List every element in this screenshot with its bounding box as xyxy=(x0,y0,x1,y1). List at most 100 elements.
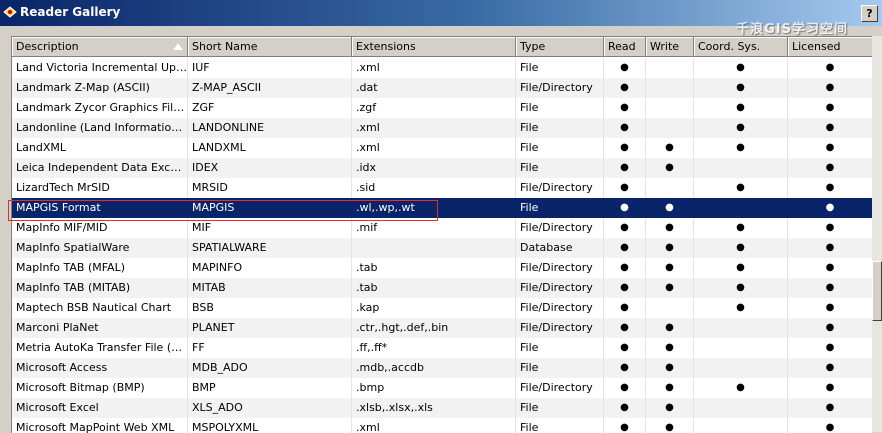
cell-licensed: ● xyxy=(788,178,873,198)
table-row[interactable]: MAPGIS Format MAPGIS .wl,.wp,.wt File ● ● ● xyxy=(12,198,873,218)
cell-write: ● xyxy=(646,398,694,418)
cell-write: ● xyxy=(646,338,694,358)
cell-extensions: .sid xyxy=(352,178,516,198)
column-header-read[interactable]: Read xyxy=(604,37,646,57)
table-row[interactable]: LandXML LANDXML .xml File ● ● ● ● xyxy=(12,138,873,158)
cell-description: Microsoft Excel xyxy=(12,398,188,418)
cell-description: Microsoft Bitmap (BMP) xyxy=(12,378,188,398)
table-row[interactable]: Metria AutoKa Transfer File (FF) FF .ff,.f… xyxy=(12,338,873,358)
column-header-licensed[interactable]: Licensed xyxy=(788,37,873,57)
cell-write: ● xyxy=(646,238,694,258)
table-row[interactable]: Microsoft MapPoint Web XML MSPOLYXML .xml F… xyxy=(12,418,873,433)
cell-write xyxy=(646,298,694,318)
table-row[interactable]: Landmark Zycor Graphics File (ZGF)ZGF.zg… xyxy=(12,98,873,118)
cell-extensions: .mdb,.accdb xyxy=(352,358,516,378)
window-title: Reader Gallery xyxy=(20,5,121,19)
table-row[interactable]: Marconi PlaNet PLANET .ctr,.hgt,.def,.bin F… xyxy=(12,318,873,338)
cell-coord-sys: ● xyxy=(694,98,788,118)
cell-licensed: ● xyxy=(788,238,873,258)
cell-short-name: MAPINFO xyxy=(188,258,352,278)
cell-description: MapInfo SpatialWare xyxy=(12,238,188,258)
cell-description: Maptech BSB Nautical Chart xyxy=(12,298,188,318)
cell-description: Landonline (Land Information Ne... xyxy=(12,118,188,138)
cell-coord-sys: ● xyxy=(694,178,788,198)
cell-short-name: FF xyxy=(188,338,352,358)
column-header-type[interactable]: Type xyxy=(516,37,604,57)
cell-coord-sys: ● xyxy=(694,218,788,238)
cell-extensions: .idx xyxy=(352,158,516,178)
cell-write: ● xyxy=(646,158,694,178)
table-row[interactable]: Microsoft Bitmap (BMP) BMP .bmp File/Direct… xyxy=(12,378,873,398)
table-row[interactable]: MapInfo SpatialWare SPATIALWARE Database ● ●… xyxy=(12,238,873,258)
cell-write: ● xyxy=(646,278,694,298)
cell-description: LandXML xyxy=(12,138,188,158)
cell-write: ● xyxy=(646,378,694,398)
table-row[interactable]: Microsoft Excel XLS_ADO .xlsb,.xlsx,.xls Fi… xyxy=(12,398,873,418)
cell-coord-sys: ● xyxy=(694,378,788,398)
cell-description: Metria AutoKa Transfer File (FF) xyxy=(12,338,188,358)
table-row[interactable]: Maptech BSB Nautical Chart BSB .kap File/Di… xyxy=(12,298,873,318)
cell-read: ● xyxy=(604,78,646,98)
cell-description: Leica Independent Data Exchang... xyxy=(12,158,188,178)
cell-type: File/Directory xyxy=(516,318,604,338)
cell-coord-sys: ● xyxy=(694,298,788,318)
vertical-scrollbar[interactable] xyxy=(872,36,882,432)
cell-type: File xyxy=(516,398,604,418)
column-header-description[interactable]: Description xyxy=(12,37,188,57)
table-row[interactable]: Land Victoria Incremental Update...IUF.x… xyxy=(12,58,873,78)
cell-short-name: MDB_ADO xyxy=(188,358,352,378)
table-row[interactable]: MapInfo MIF/MID MIF .mif File/Directory ● ● ● ● xyxy=(12,218,873,238)
cell-type: File/Directory xyxy=(516,278,604,298)
column-header-write[interactable]: Write xyxy=(646,37,694,57)
cell-extensions: .xml xyxy=(352,58,516,78)
column-header-coord-sys[interactable]: Coord. Sys. xyxy=(694,37,788,57)
cell-type: File/Directory xyxy=(516,298,604,318)
cell-licensed: ● xyxy=(788,278,873,298)
column-header-short-name[interactable]: Short Name xyxy=(188,37,352,57)
cell-short-name: BSB xyxy=(188,298,352,318)
cell-read: ● xyxy=(604,58,646,78)
help-button[interactable]: ? xyxy=(861,5,878,22)
cell-short-name: LANDONLINE xyxy=(188,118,352,138)
table-row[interactable]: MapInfo TAB (MFAL) MAPINFO .tab File/Direct… xyxy=(12,258,873,278)
cell-short-name: IUF xyxy=(188,58,352,78)
cell-type: File xyxy=(516,98,604,118)
cell-description: MapInfo TAB (MITAB) xyxy=(12,278,188,298)
cell-description: LizardTech MrSID xyxy=(12,178,188,198)
scrollbar-thumb[interactable] xyxy=(872,261,882,321)
column-header-extensions[interactable]: Extensions xyxy=(352,37,516,57)
cell-licensed: ● xyxy=(788,398,873,418)
cell-extensions: .dat xyxy=(352,78,516,98)
cell-extensions: .ctr,.hgt,.def,.bin xyxy=(352,318,516,338)
table-row[interactable]: Leica Independent Data Exchang...IDEX.id… xyxy=(12,158,873,178)
table-row[interactable]: Microsoft Access MDB_ADO .mdb,.accdb File ● ●… xyxy=(12,358,873,378)
cell-short-name: MIF xyxy=(188,218,352,238)
table-row[interactable]: Landonline (Land Information Ne...LANDON… xyxy=(12,118,873,138)
cell-read: ● xyxy=(604,318,646,338)
cell-write xyxy=(646,58,694,78)
cell-licensed: ● xyxy=(788,78,873,98)
cell-licensed: ● xyxy=(788,298,873,318)
cell-extensions: .wl,.wp,.wt xyxy=(352,198,516,218)
cell-type: File xyxy=(516,158,604,178)
cell-licensed: ● xyxy=(788,218,873,238)
cell-read: ● xyxy=(604,258,646,278)
cell-type: File/Directory xyxy=(516,178,604,198)
cell-licensed: ● xyxy=(788,98,873,118)
cell-description: MAPGIS Format xyxy=(12,198,188,218)
cell-description: Landmark Z-Map (ASCII) xyxy=(12,78,188,98)
cell-short-name: ZGF xyxy=(188,98,352,118)
cell-licensed: ● xyxy=(788,118,873,138)
cell-extensions: .kap xyxy=(352,298,516,318)
cell-extensions: .xlsb,.xlsx,.xls xyxy=(352,398,516,418)
table-row[interactable]: MapInfo TAB (MITAB) MITAB .tab File/Directo… xyxy=(12,278,873,298)
cell-type: File xyxy=(516,418,604,433)
cell-short-name: MSPOLYXML xyxy=(188,418,352,433)
cell-coord-sys: ● xyxy=(694,258,788,278)
cell-extensions: .tab xyxy=(352,258,516,278)
cell-coord-sys xyxy=(694,318,788,338)
table-row[interactable]: LizardTech MrSID MRSID .sid File/Directory ●… xyxy=(12,178,873,198)
cell-write: ● xyxy=(646,358,694,378)
cell-licensed: ● xyxy=(788,198,873,218)
table-row[interactable]: Landmark Z-Map (ASCII) Z-MAP_ASCII .dat Fil… xyxy=(12,78,873,98)
